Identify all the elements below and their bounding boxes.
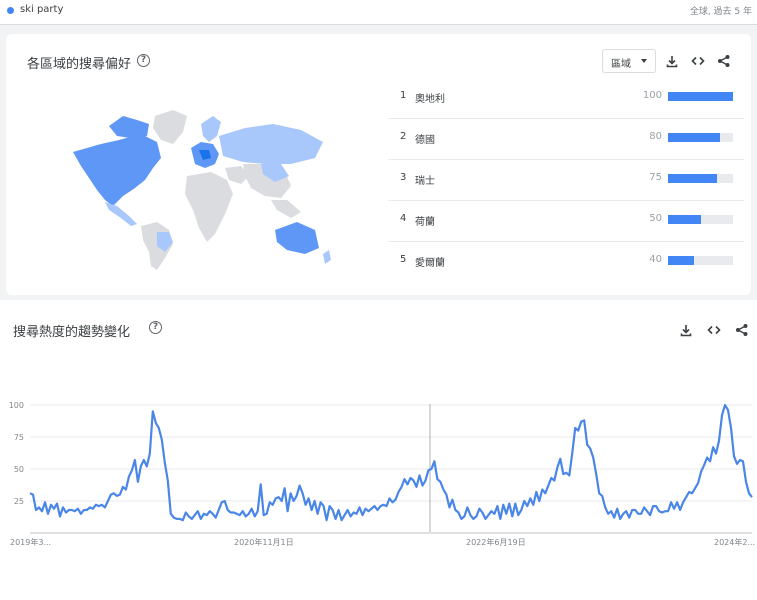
share-icon[interactable] [735,323,749,337]
region-bar-fill [668,92,733,101]
help-icon[interactable]: ? [149,321,162,334]
y-tick-label: 50 [14,465,24,474]
region-name: 愛爾蘭 [415,258,445,269]
chevron-down-icon [641,59,647,63]
region-rank: 1 [400,90,407,101]
region-select-value: 區域 [611,59,631,70]
region-rank: 5 [400,254,407,265]
region-bar-fill [668,215,701,224]
region-row[interactable]: 5 愛爾蘭 40 [388,241,744,282]
region-value: 100 [642,90,662,101]
y-tick-label: 25 [14,497,24,506]
x-axis-labels: 2019年3... 2020年11月1日 2022年6月19日 2024年2... [10,537,755,547]
search-term-label[interactable]: ski party [20,4,63,15]
region-bar-track [668,174,733,183]
region-bar-track [668,92,733,101]
region-row[interactable]: 4 荷蘭 50 [388,200,744,242]
region-rank: 4 [400,213,407,224]
embed-code-icon[interactable] [707,323,721,337]
y-tick-label: 75 [14,433,24,442]
x-tick-label: 2019年3... [10,537,51,547]
help-icon[interactable]: ? [137,54,150,67]
x-tick-label: 2022年6月19日 [466,537,526,547]
map-scandinavia [201,116,221,142]
download-icon[interactable] [665,54,679,68]
region-resolution-select[interactable]: 區域 [602,49,656,73]
region-name: 荷蘭 [415,217,435,228]
region-row[interactable]: 2 德國 80 [388,118,744,160]
share-icon[interactable] [717,54,731,68]
scope-label: 全球, 過去 5 年 [689,7,752,17]
region-card: 各區域的搜尋偏好 ? 區域 1 奧地利 100 2 德國 80 3 瑞士 75 … [6,34,751,295]
region-row[interactable]: 1 奧地利 100 [388,77,744,119]
map-canada-north [109,116,149,138]
map-africa [185,172,233,242]
term-color-dot [7,7,14,14]
map-russia [219,124,323,164]
series-line[interactable] [29,403,753,522]
region-value: 50 [649,213,662,224]
map-mexico [105,202,137,226]
map-greenland [153,110,187,144]
region-bar-track [668,256,733,265]
region-rank: 3 [400,172,407,183]
map-new-zealand [323,250,331,264]
y-tick-label: 100 [9,401,24,410]
region-rank: 2 [400,131,407,142]
region-row[interactable]: 3 瑞士 75 [388,159,744,201]
region-bar-track [668,133,733,142]
map-north-america [73,134,161,206]
region-bar-fill [668,174,717,183]
region-name: 瑞士 [415,176,435,187]
chart-gridlines [30,404,752,502]
embed-code-icon[interactable] [691,54,705,68]
map-australia [275,222,319,254]
region-name: 奧地利 [415,94,445,105]
region-bar-fill [668,256,694,265]
region-value: 40 [649,254,662,265]
download-icon[interactable] [679,323,693,337]
region-value: 80 [649,131,662,142]
interest-over-time-chart[interactable]: 100755025 2019年3... 2020年11月1日 2022年6月19日 2… [0,390,757,550]
region-name: 德國 [415,135,435,146]
world-map[interactable] [61,102,336,272]
map-southeast-asia [271,200,301,218]
region-bar-fill [668,133,720,142]
region-card-title: 各區域的搜尋偏好 [27,57,132,72]
x-tick-label: 2020年11月1日 [234,537,294,547]
y-axis-labels: 100 75 50 25 [9,401,24,506]
region-bar-track [668,215,733,224]
region-value: 75 [649,172,662,183]
x-tick-label: 2024年2... [714,537,755,547]
search-term-bar: ski party 全球, 過去 5 年 [0,0,757,25]
trend-card-title: 搜尋熱度的趨勢變化 [13,325,131,340]
